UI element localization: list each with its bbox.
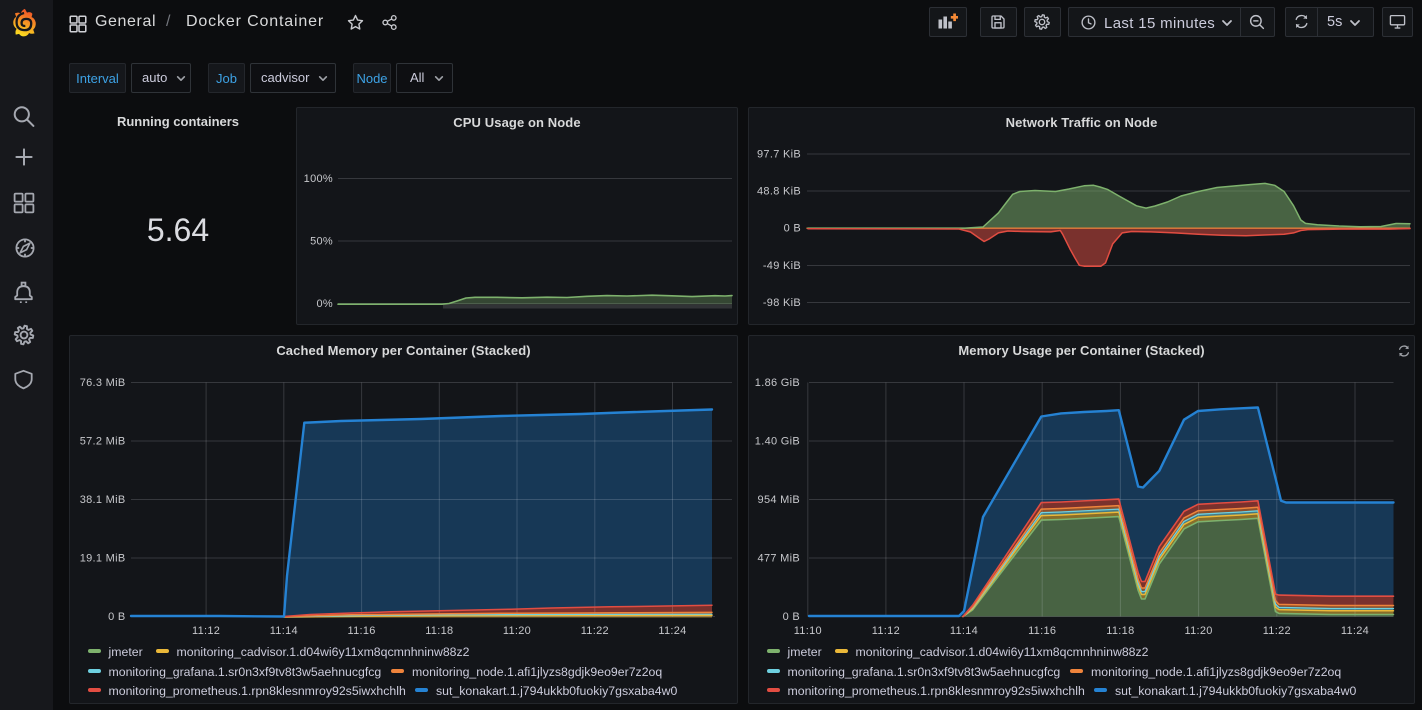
svg-text:-98 KiB: -98 KiB <box>763 297 801 309</box>
svg-text:50%: 50% <box>310 236 333 248</box>
svg-text:97.7 KiB: 97.7 KiB <box>757 149 801 161</box>
svg-text:100%: 100% <box>304 173 333 185</box>
svg-text:-49 KiB: -49 KiB <box>763 260 801 272</box>
svg-text:0%: 0% <box>317 298 334 310</box>
svg-text:48.8 KiB: 48.8 KiB <box>757 186 801 198</box>
svg-text:0 B: 0 B <box>784 223 801 235</box>
